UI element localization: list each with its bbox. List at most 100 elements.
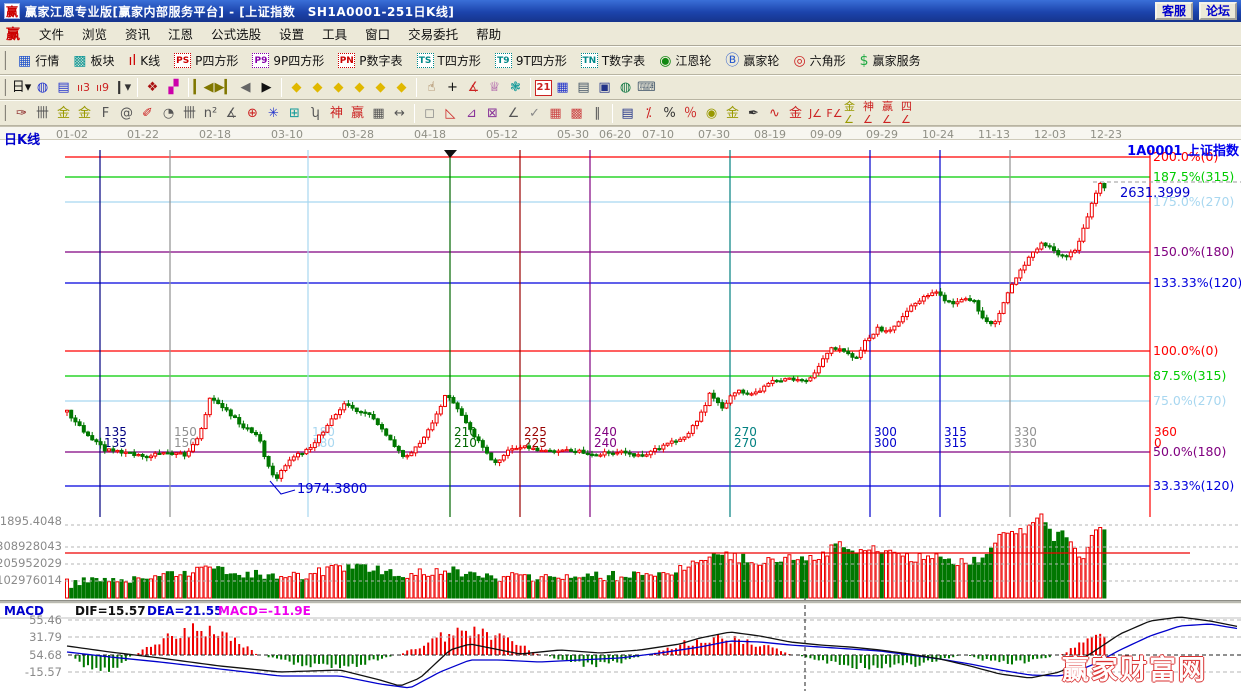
candle-style-dropdown-icon[interactable]: 日▾	[11, 78, 32, 98]
menu-item-帮助[interactable]: 帮助	[467, 22, 510, 45]
brain-tool-icon[interactable]: ❃	[505, 78, 526, 98]
crown-tool-icon[interactable]: ♕	[484, 78, 505, 98]
red-grid-icon[interactable]: ▦	[545, 103, 566, 123]
a-angle-icon[interactable]: ∡	[221, 103, 242, 123]
square-web-icon[interactable]: ⊞	[284, 103, 305, 123]
red-brush-icon[interactable]: ✐	[137, 103, 158, 123]
number-grid-icon[interactable]: ▦	[368, 103, 389, 123]
box-rays-icon[interactable]: ⊠	[482, 103, 503, 123]
menu-item-交易委托[interactable]: 交易委托	[399, 22, 467, 45]
pencil-angle-icon[interactable]: ∠	[503, 103, 524, 123]
9t-square-button[interactable]: T99T四方形	[488, 50, 574, 71]
crosshair-icon[interactable]: +	[442, 78, 463, 98]
expand-horizontal-diamond-icon[interactable]: ◆	[328, 78, 349, 98]
menu-item-江恩[interactable]: 江恩	[159, 22, 202, 45]
save-icon[interactable]: ▣	[594, 78, 615, 98]
menu-item-设置[interactable]: 设置	[270, 22, 313, 45]
menu-item-窗口[interactable]: 窗口	[356, 22, 399, 45]
single-candle-dropdown-icon[interactable]: ❙▾	[112, 78, 133, 98]
hash-lines-icon[interactable]: 卌	[179, 103, 200, 123]
spiral-icon[interactable]: @	[116, 103, 137, 123]
p-number-table-button[interactable]: PNP数字表	[331, 50, 409, 71]
customer-service-button[interactable]: 客服	[1155, 2, 1193, 20]
toolbar-grip[interactable]	[4, 105, 7, 122]
n2-icon[interactable]: n²	[200, 103, 221, 123]
percent-icon[interactable]: %	[659, 103, 680, 123]
gold-channel-icon[interactable]: 金	[785, 103, 806, 123]
expand-cross-diamond-icon[interactable]: ◆	[391, 78, 412, 98]
winner-wheel-button[interactable]: Ⓑ赢家轮	[718, 50, 786, 71]
red-fan-icon[interactable]: ◺	[440, 103, 461, 123]
sectors-button[interactable]: ▩板块	[66, 50, 121, 71]
gold-angle-icon[interactable]: 金∠	[844, 103, 863, 123]
win-angle-icon[interactable]: 赢∠	[882, 103, 901, 123]
square-select-icon[interactable]: ◻	[419, 103, 440, 123]
indicator-name-label[interactable]: MACD	[4, 604, 44, 618]
clock-cycle-icon[interactable]: ◔	[158, 103, 179, 123]
bars-3-icon[interactable]: ıı3	[74, 78, 93, 98]
shen-angle-icon[interactable]: 神∠	[863, 103, 882, 123]
menu-item-资讯[interactable]: 资讯	[116, 22, 159, 45]
kline-button[interactable]: ılK线	[122, 50, 168, 71]
gold-split2-icon[interactable]: 金	[74, 103, 95, 123]
p-square-button[interactable]: PSP四方形	[167, 50, 245, 71]
f-angle-icon[interactable]: F∠	[825, 103, 844, 123]
circle-cross-icon[interactable]: ⊕	[242, 103, 263, 123]
menu-item-浏览[interactable]: 浏览	[73, 22, 116, 45]
gann-wheel-button[interactable]: ◉江恩轮	[652, 50, 718, 71]
bars-9-icon[interactable]: ıı9	[93, 78, 112, 98]
pattern-red-icon[interactable]: ❖	[142, 78, 163, 98]
menu-item-工具[interactable]: 工具	[313, 22, 356, 45]
red-grid2-icon[interactable]: ▩	[566, 103, 587, 123]
calendar-21-icon[interactable]: 21	[535, 80, 552, 96]
expand-star-diamond-icon[interactable]: ◆	[370, 78, 391, 98]
menu-item-文件[interactable]: 文件	[30, 22, 73, 45]
shen-tool-icon[interactable]: 神	[326, 103, 347, 123]
parallel-lines-icon[interactable]: ∥	[587, 103, 608, 123]
win-tool-icon[interactable]: 赢	[347, 103, 368, 123]
gold-split-icon[interactable]: 金	[53, 103, 74, 123]
forum-button[interactable]: 论坛	[1199, 2, 1237, 20]
drag-hand-icon[interactable]: ☝	[421, 78, 442, 98]
j-angle-icon[interactable]: J∠	[806, 103, 825, 123]
quotes-button[interactable]: ▦行情	[11, 50, 66, 71]
go-last-icon[interactable]: ▶▎	[214, 78, 235, 98]
9p-square-button[interactable]: P99P四方形	[245, 50, 331, 71]
go-first-icon[interactable]: ▎◀	[193, 78, 214, 98]
color-histogram-icon[interactable]: ▞	[163, 78, 184, 98]
four-angle-icon[interactable]: 四∠	[901, 103, 920, 123]
quote-info-icon[interactable]: ▤	[53, 78, 74, 98]
percent-levels-icon[interactable]: ％	[680, 103, 701, 123]
hexagon-button[interactable]: ◎六角形	[786, 50, 852, 71]
compress-right-diamond-icon[interactable]: ◆	[307, 78, 328, 98]
toolbar-grip[interactable]	[4, 79, 7, 95]
gold-lines-icon[interactable]: 金	[722, 103, 743, 123]
span-arrows-icon[interactable]: ↔	[389, 103, 410, 123]
t-number-table-button[interactable]: TNT数字表	[574, 50, 652, 71]
wave-channel-icon[interactable]: ∿	[764, 103, 785, 123]
prev-page-icon[interactable]: ◀	[235, 78, 256, 98]
next-page-icon[interactable]: ▶	[256, 78, 277, 98]
v-check-icon[interactable]: ✓	[524, 103, 545, 123]
star-web-icon[interactable]: ✳	[263, 103, 284, 123]
compress-left-diamond-icon[interactable]: ◆	[286, 78, 307, 98]
angle-measure-icon[interactable]: ∡	[463, 78, 484, 98]
compress-x-diamond-icon[interactable]: ◆	[349, 78, 370, 98]
winner-service-button[interactable]: $赢家服务	[853, 50, 928, 71]
toolbar-grip[interactable]	[4, 51, 7, 70]
gold-circle-icon[interactable]: ◉	[701, 103, 722, 123]
knife-tool-icon[interactable]: ✑	[11, 103, 32, 123]
notes-icon[interactable]: ▤	[573, 78, 594, 98]
remote-computer-icon[interactable]: ⌨	[636, 78, 657, 98]
fan-box-icon[interactable]: ⊿	[461, 103, 482, 123]
calculator-icon[interactable]: ▦	[552, 78, 573, 98]
swirl-chart-icon[interactable]: ◍	[32, 78, 53, 98]
k-mark-icon[interactable]: ʮ	[305, 103, 326, 123]
web-service-icon[interactable]: ◍	[615, 78, 636, 98]
bar-list-icon[interactable]: ▤	[617, 103, 638, 123]
t-square-button[interactable]: TST四方形	[410, 50, 488, 71]
f-ruler-icon[interactable]: F	[95, 103, 116, 123]
menu-item-公式选股[interactable]: 公式选股	[202, 22, 270, 45]
grid-ruler-icon[interactable]: 卌	[32, 103, 53, 123]
ink-pen-icon[interactable]: ✒	[743, 103, 764, 123]
